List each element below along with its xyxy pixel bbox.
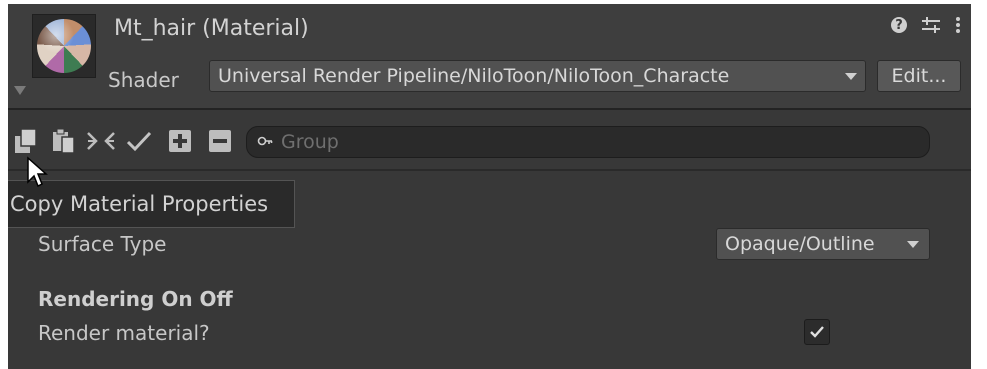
material-preview-thumbnail [32, 14, 96, 78]
shader-label: Shader [108, 68, 179, 92]
paste-icon[interactable] [48, 124, 80, 158]
shader-dropdown[interactable]: Universal Render Pipeline/NiloToon/NiloT… [209, 60, 866, 92]
foldout-arrow-icon[interactable] [14, 86, 26, 95]
surface-type-dropdown[interactable]: Opaque/Outline [716, 228, 930, 260]
material-preview-sphere [37, 19, 91, 73]
chevron-down-icon [845, 72, 857, 80]
header-divider [8, 108, 971, 110]
surface-type-label: Surface Type [38, 232, 167, 256]
collapse-icon[interactable] [84, 124, 118, 158]
group-search-field[interactable] [246, 126, 930, 158]
checkmark-icon [810, 326, 824, 338]
copy-icon[interactable] [12, 124, 42, 158]
material-header: Mt_hair (Material) ? Shader Universal Re… [8, 4, 971, 108]
kebab-menu-icon[interactable] [955, 16, 961, 34]
edit-shader-button[interactable]: Edit... [877, 60, 961, 92]
render-material-checkbox[interactable] [804, 319, 830, 345]
surface-type-value: Opaque/Outline [725, 233, 875, 255]
preset-icon[interactable] [921, 16, 941, 34]
help-icon[interactable]: ? [891, 17, 907, 33]
section-title: Rendering On Off [38, 287, 233, 311]
chevron-down-icon [907, 240, 919, 248]
material-inspector: Mt_hair (Material) ? Shader Universal Re… [8, 4, 971, 369]
header-icons: ? [891, 16, 961, 34]
material-toolbar [8, 124, 971, 160]
expand-all-icon[interactable] [168, 124, 192, 158]
mouse-pointer-icon [27, 156, 48, 188]
render-material-label: Render material? [38, 321, 210, 345]
toolbar-divider [8, 169, 971, 171]
search-icon [257, 136, 273, 146]
check-icon[interactable] [124, 124, 154, 158]
shader-dropdown-value: Universal Render Pipeline/NiloToon/NiloT… [218, 65, 730, 87]
group-search-input[interactable] [279, 130, 883, 154]
collapse-all-icon[interactable] [208, 124, 232, 158]
material-title: Mt_hair (Material) [114, 16, 309, 41]
